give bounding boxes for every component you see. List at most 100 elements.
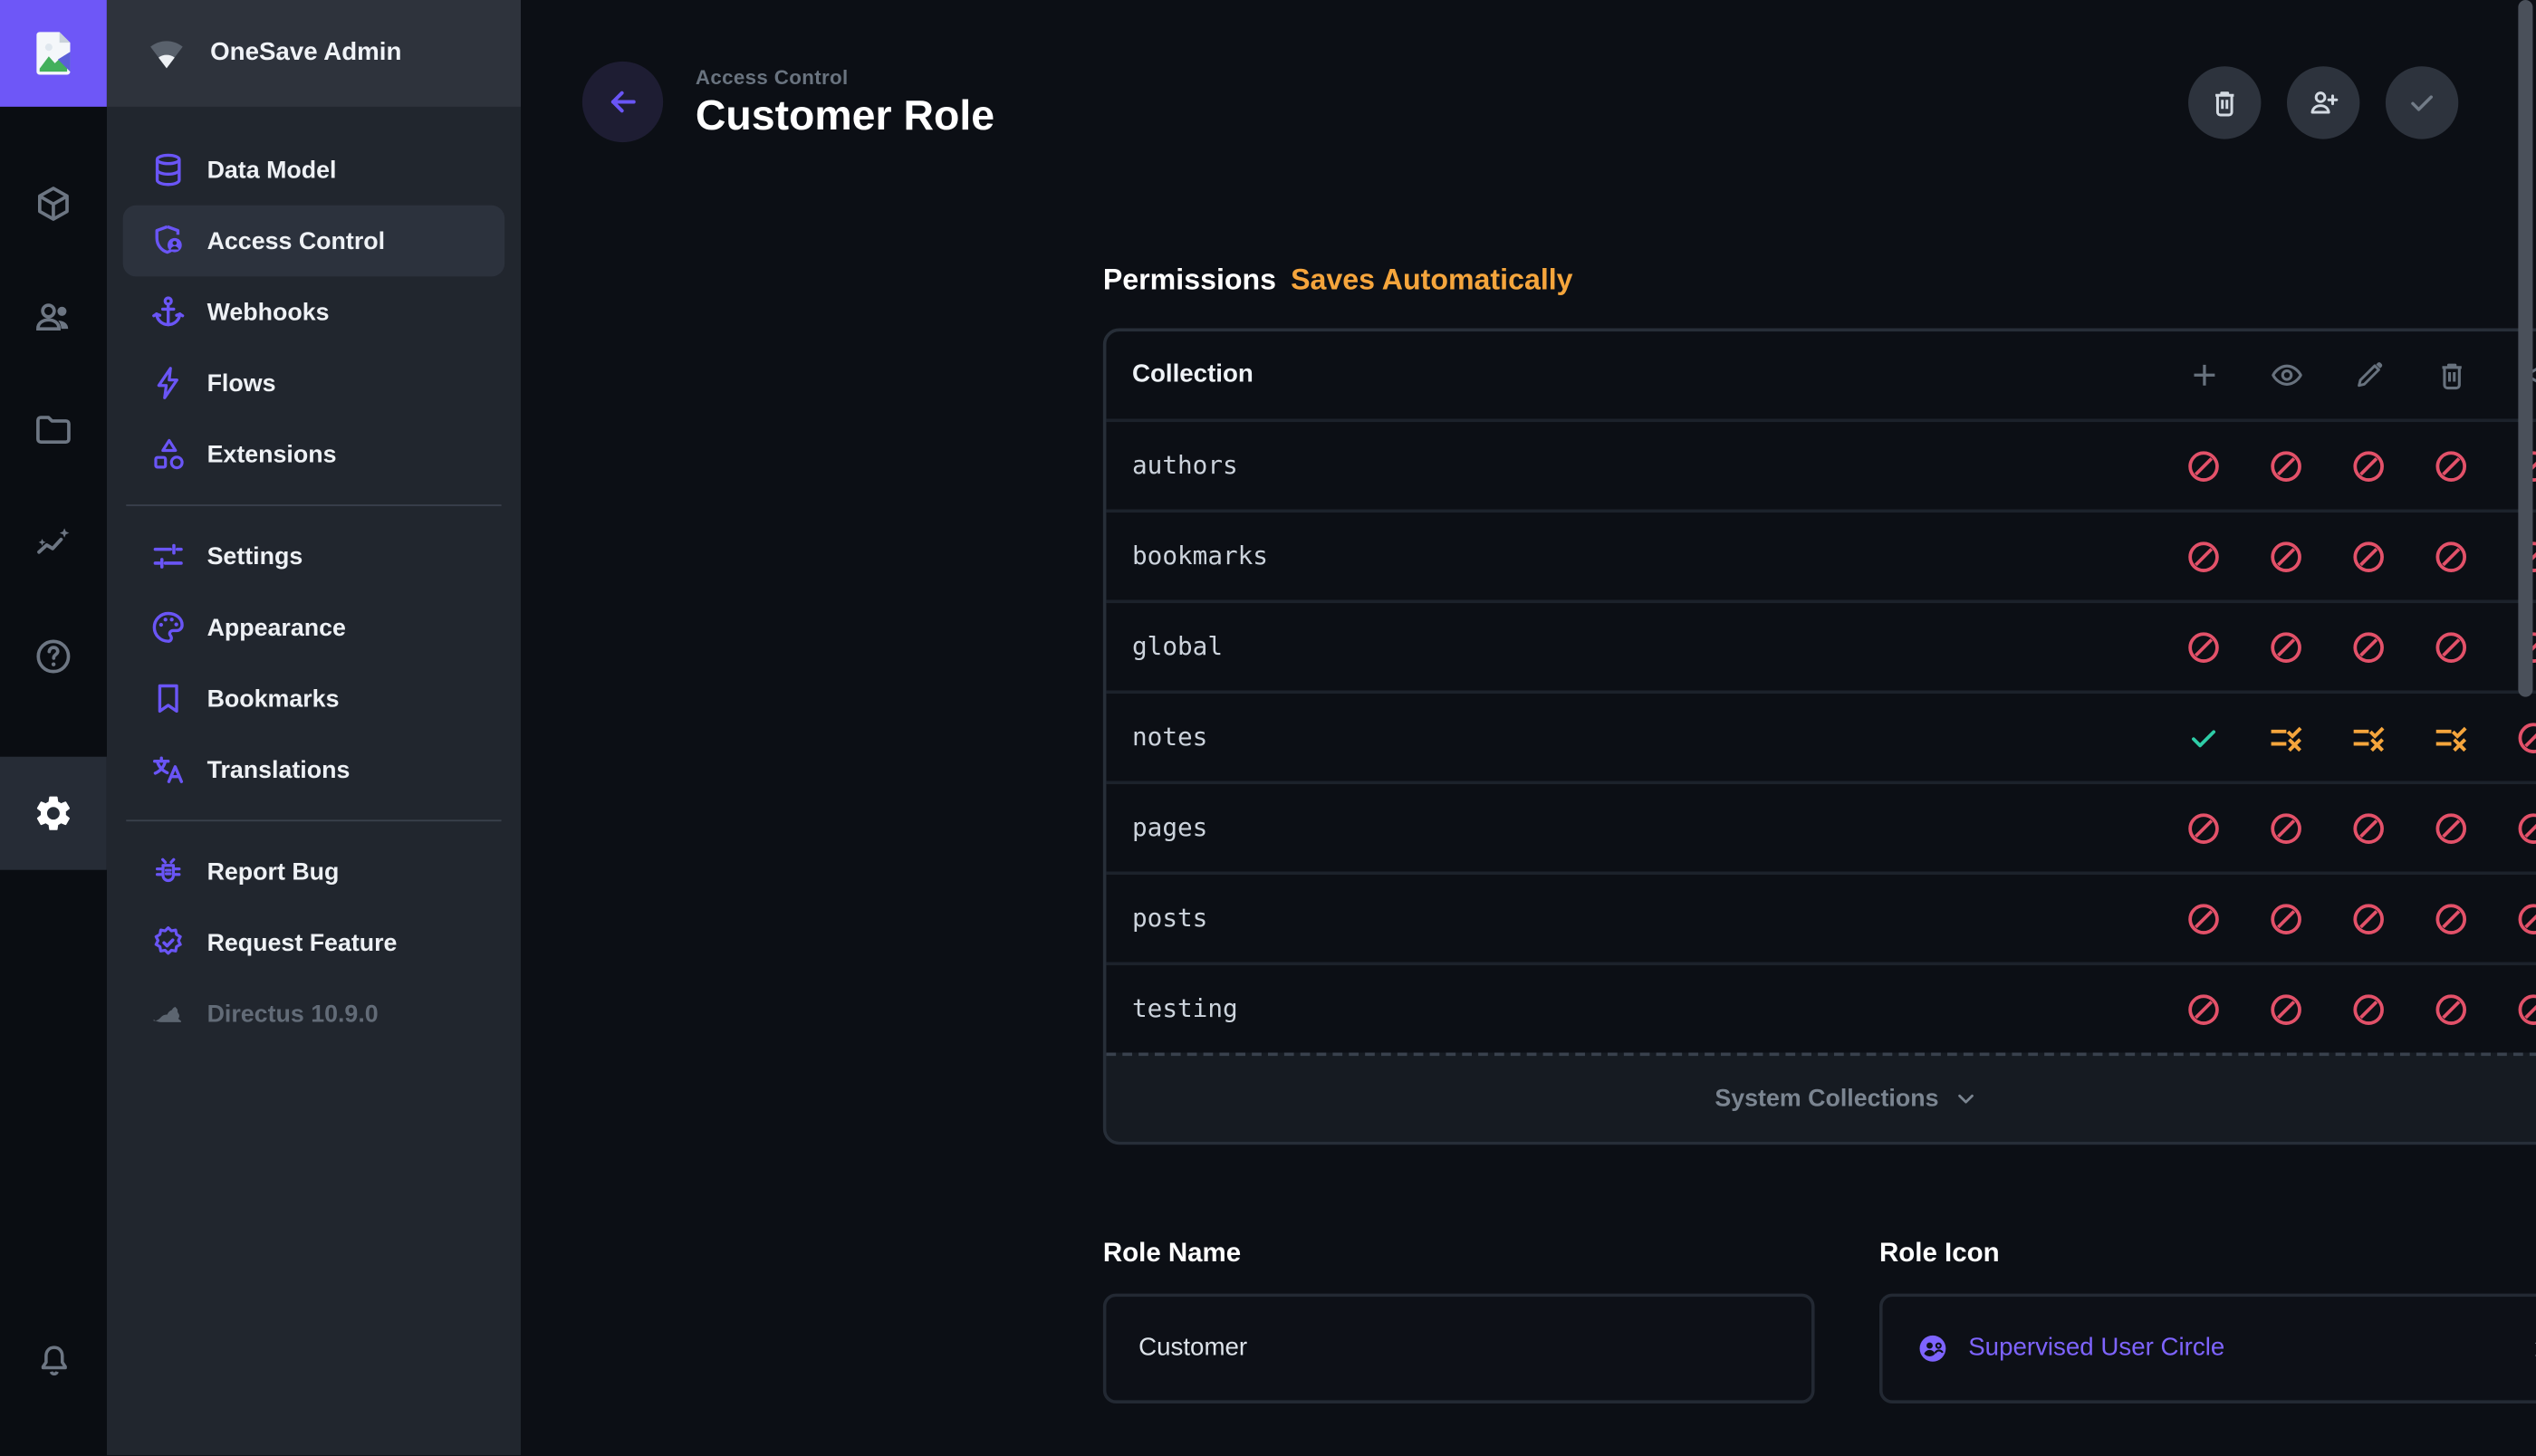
rule-icon xyxy=(2350,719,2387,756)
sidebar-item-request-feature[interactable]: Request Feature xyxy=(123,907,504,979)
permission-blocked-icon[interactable] xyxy=(2493,991,2536,1028)
sidebar-item-appearance[interactable]: Appearance xyxy=(123,592,504,664)
blocked-icon xyxy=(2268,628,2305,666)
permission-blocked-icon[interactable] xyxy=(2162,991,2244,1028)
insights-icon xyxy=(33,522,74,564)
project-logo[interactable] xyxy=(0,0,107,107)
permission-custom-icon[interactable] xyxy=(2328,719,2410,756)
module-user-directory[interactable] xyxy=(18,282,90,353)
permission-blocked-icon[interactable] xyxy=(2328,628,2410,666)
sidebar-item-extensions[interactable]: Extensions xyxy=(123,418,504,490)
permission-blocked-icon[interactable] xyxy=(2493,809,2536,847)
supervised-user-icon xyxy=(1915,1331,1950,1366)
collection-name: posts xyxy=(1106,904,1207,933)
permission-blocked-icon[interactable] xyxy=(2162,628,2244,666)
sidebar-item-flows[interactable]: Flows xyxy=(123,348,504,419)
permission-allowed-icon[interactable] xyxy=(2162,719,2244,756)
row-permissions xyxy=(2162,628,2536,666)
permission-blocked-icon[interactable] xyxy=(2410,628,2493,666)
permission-blocked-icon[interactable] xyxy=(2410,447,2493,484)
sidebar-item-settings[interactable]: Settings xyxy=(123,521,504,592)
sidebar-item-translations[interactable]: Translations xyxy=(123,734,504,806)
bell-icon xyxy=(34,1340,74,1381)
permission-blocked-icon[interactable] xyxy=(2245,447,2328,484)
permission-custom-icon[interactable] xyxy=(2410,719,2493,756)
sidebar-item-label: Bookmarks xyxy=(207,685,340,712)
column-delete-button[interactable] xyxy=(2410,358,2493,393)
blocked-icon xyxy=(2268,809,2305,847)
gear-icon xyxy=(33,792,74,834)
system-collections-toggle[interactable]: System Collections xyxy=(1106,1052,2536,1141)
permission-blocked-icon[interactable] xyxy=(2410,538,2493,575)
permissions-label: Permissions xyxy=(1103,263,1276,298)
project-name: OneSave Admin xyxy=(210,39,401,68)
blocked-icon xyxy=(2350,447,2387,484)
nav-divider xyxy=(126,819,501,821)
permission-blocked-icon[interactable] xyxy=(2328,538,2410,575)
blocked-icon xyxy=(2350,628,2387,666)
blocked-icon xyxy=(2268,538,2305,575)
row-permissions xyxy=(2162,809,2536,847)
blocked-icon xyxy=(2350,538,2387,575)
module-settings[interactable] xyxy=(0,757,107,870)
sidebar-item-webhooks[interactable]: Webhooks xyxy=(123,276,504,348)
column-update-button[interactable] xyxy=(2328,358,2410,393)
sidebar-item-access-control[interactable]: Access Control xyxy=(123,206,504,277)
module-documentation[interactable] xyxy=(18,621,90,693)
permission-blocked-icon[interactable] xyxy=(2245,991,2328,1028)
project-header[interactable]: OneSave Admin xyxy=(107,0,521,107)
permission-blocked-icon[interactable] xyxy=(2245,538,2328,575)
permission-blocked-icon[interactable] xyxy=(2245,809,2328,847)
permission-blocked-icon[interactable] xyxy=(2162,538,2244,575)
box-icon xyxy=(33,183,74,225)
sidebar-item-data-model[interactable]: Data Model xyxy=(123,134,504,206)
permission-custom-icon[interactable] xyxy=(2245,719,2328,756)
permission-blocked-icon[interactable] xyxy=(2328,900,2410,937)
check-icon xyxy=(2185,719,2222,756)
sidebar-item-bookmarks[interactable]: Bookmarks xyxy=(123,663,504,734)
back-button[interactable] xyxy=(582,62,663,142)
permission-blocked-icon[interactable] xyxy=(2162,900,2244,937)
permission-blocked-icon[interactable] xyxy=(2493,719,2536,756)
people-icon xyxy=(33,296,74,338)
delete-role-button[interactable] xyxy=(2188,65,2261,138)
permission-blocked-icon[interactable] xyxy=(2162,809,2244,847)
main-content: Access Control Customer Role Permissions… xyxy=(521,0,2536,1455)
table-header: Collection xyxy=(1106,331,2536,418)
sidebar-item-label: Extensions xyxy=(207,441,337,468)
permission-blocked-icon[interactable] xyxy=(2245,628,2328,666)
collection-row-notes: notes xyxy=(1106,690,2536,781)
module-file-library[interactable] xyxy=(18,395,90,466)
permission-blocked-icon[interactable] xyxy=(2410,991,2493,1028)
row-permissions xyxy=(2162,538,2536,575)
bookmark-icon xyxy=(149,679,187,718)
blocked-icon xyxy=(2433,538,2470,575)
column-create-button[interactable] xyxy=(2162,358,2244,393)
invite-users-button[interactable] xyxy=(2287,65,2359,138)
permission-blocked-icon[interactable] xyxy=(2328,809,2410,847)
sidebar-item-label: Data Model xyxy=(207,156,337,183)
permission-blocked-icon[interactable] xyxy=(2245,900,2328,937)
scrollbar-thumb[interactable] xyxy=(2518,0,2532,697)
column-read-button[interactable] xyxy=(2245,358,2328,393)
role-icon-input[interactable]: Supervised User Circle xyxy=(1879,1294,2536,1403)
permission-blocked-icon[interactable] xyxy=(2328,991,2410,1028)
permission-blocked-icon[interactable] xyxy=(2410,809,2493,847)
permission-blocked-icon[interactable] xyxy=(2328,447,2410,484)
module-content[interactable] xyxy=(18,168,90,240)
permission-blocked-icon[interactable] xyxy=(2493,900,2536,937)
page-title: Customer Role xyxy=(696,93,994,138)
notifications-button[interactable] xyxy=(0,1340,107,1381)
role-name-input[interactable]: Customer xyxy=(1103,1294,1815,1403)
permission-blocked-icon[interactable] xyxy=(2410,900,2493,937)
close-icon[interactable] xyxy=(2528,1333,2536,1364)
row-permissions xyxy=(2162,900,2536,937)
module-nav xyxy=(0,107,107,870)
sidebar-item-label: Translations xyxy=(207,756,351,783)
row-permissions xyxy=(2162,719,2536,756)
arrow-left-icon xyxy=(605,84,640,120)
sidebar-item-report-bug[interactable]: Report Bug xyxy=(123,836,504,907)
permission-blocked-icon[interactable] xyxy=(2162,447,2244,484)
module-insights[interactable] xyxy=(18,508,90,580)
collection-name: global xyxy=(1106,632,1223,661)
